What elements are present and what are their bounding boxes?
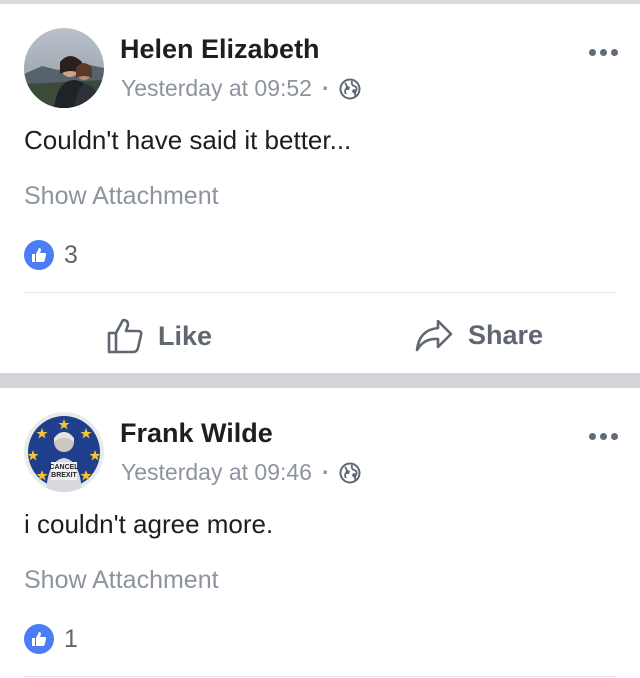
action-divider [24,292,616,293]
like-button[interactable]: Like [106,317,212,355]
timestamp[interactable]: Yesterday at 09:46 [121,459,312,486]
post-meta: Yesterday at 09:52 · [121,75,361,102]
comment-post: Helen Elizabeth Yesterday at 09:52 · Cou… [0,4,640,373]
post-separator [0,373,640,388]
globe-icon [339,78,361,99]
more-dot [589,49,596,56]
meta-separator: · [321,459,330,485]
like-label: Like [158,320,213,351]
share-arrow-icon [415,319,453,352]
show-attachment-link[interactable]: Show Attachment [24,182,219,211]
like-count: 3 [64,240,78,269]
reactions-summary[interactable]: 3 [24,240,78,270]
like-count: 1 [64,624,78,653]
more-dot [600,49,607,56]
avatar[interactable]: CANCEL BREXIT [24,412,104,492]
more-dot [600,433,607,440]
more-dot [611,433,618,440]
reactions-summary[interactable]: 1 [24,624,78,654]
more-dot [589,433,596,440]
thumbs-up-icon [107,318,143,354]
action-divider [24,676,616,677]
timestamp[interactable]: Yesterday at 09:52 [121,75,312,102]
more-options-button[interactable] [589,49,618,56]
meta-separator: · [321,75,330,101]
share-button[interactable]: Share [414,317,543,353]
share-label: Share [468,319,544,350]
comment-post: CANCEL BREXIT Frank Wilde Yesterday at 0… [0,388,640,678]
more-options-button[interactable] [589,433,618,440]
show-attachment-link[interactable]: Show Attachment [24,566,219,595]
post-text: i couldn't agree more. [24,509,274,539]
like-reaction-icon [24,240,54,270]
post-text: Couldn't have said it better... [24,125,352,155]
author-name[interactable]: Frank Wilde [120,418,273,449]
globe-icon [339,462,361,483]
post-meta: Yesterday at 09:46 · [121,459,361,486]
avatar[interactable] [24,28,104,108]
more-dot [611,49,618,56]
svg-text:CANCEL: CANCEL [49,464,79,471]
like-reaction-icon [24,624,54,654]
author-name[interactable]: Helen Elizabeth [120,34,320,65]
svg-text:BREXIT: BREXIT [51,472,77,479]
